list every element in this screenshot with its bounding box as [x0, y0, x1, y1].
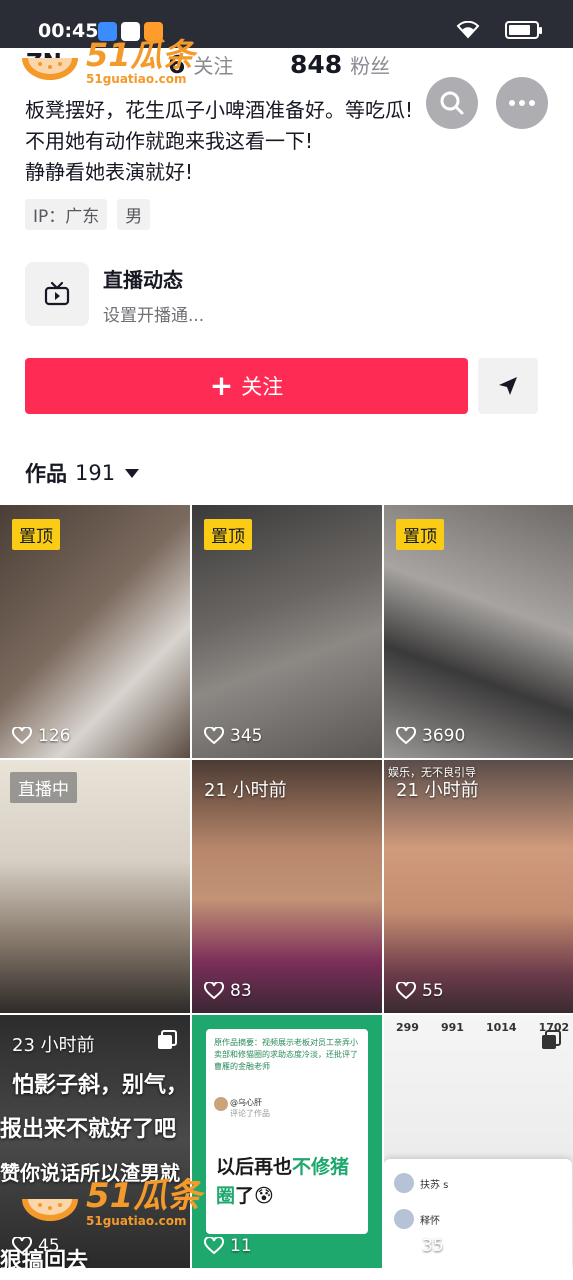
like-count: 35 — [396, 1236, 444, 1256]
pinned-badge: 置顶 — [12, 519, 60, 550]
bio-line: 板凳摆好，花生瓜子小啤酒准备好。等吃瓜! — [25, 98, 414, 122]
gender-tag: 男 — [117, 199, 151, 230]
like-count-value: 55 — [422, 981, 444, 1001]
live-card-title: 直播动态 — [103, 268, 183, 292]
avatar — [394, 1173, 414, 1193]
like-count: 45 — [12, 1236, 60, 1256]
pinned-badge: 置顶 — [204, 519, 252, 550]
like-count-value: 3690 — [422, 726, 466, 746]
like-count-value: 126 — [38, 726, 71, 746]
time-ago-label: 21 小时前 — [396, 780, 479, 801]
profile-tags: IP：广东 男 — [25, 199, 151, 230]
live-updates-card[interactable]: 直播动态 设置开播通... — [25, 262, 425, 326]
commenter-name: @乌心肝 评论了作品 — [230, 1098, 270, 1118]
wifi-icon — [456, 21, 480, 39]
avatar — [214, 1097, 228, 1111]
like-count-value: 45 — [38, 1236, 60, 1256]
plus-icon: + — [209, 369, 234, 402]
works-tab[interactable]: 作品 191 — [25, 458, 140, 488]
heart-icon — [12, 727, 32, 745]
profile-bio: 板凳摆好，花生瓜子小啤酒准备好。等吃瓜! 不用她有动作就跑来我这看一下! 静静看… — [25, 95, 445, 188]
list-item: 释怀 — [394, 1209, 440, 1229]
comment-headline: 以后再也不修猪圈了😰 — [216, 1156, 350, 1207]
avatar — [394, 1209, 414, 1229]
bio-line: 静静看她表演就好! — [25, 160, 194, 184]
comment-screenshot-card: 原作品摘要：视频展示老板对员工亲弄小卖部和修猫圈的求助态度冷淡，还批评了曹雁的金… — [206, 1029, 368, 1234]
heart-icon — [204, 727, 224, 745]
more-dots-icon — [509, 100, 535, 106]
live-card-subtitle: 设置开播通... — [103, 306, 205, 326]
like-count-value: 11 — [230, 1236, 252, 1256]
time-ago-label: 23 小时前 — [12, 1035, 95, 1056]
multi-image-icon — [542, 1030, 561, 1049]
followers-stat[interactable]: 848 粉丝 — [290, 50, 390, 79]
list-item: 扶苏 s — [394, 1173, 448, 1193]
works-grid: 置顶 126 置顶 345 置顶 3690 直播中 21 小时前 83 娱乐，无… — [0, 505, 573, 1280]
pinned-badge: 置顶 — [396, 519, 444, 550]
video-tile[interactable]: 置顶 345 — [192, 505, 382, 758]
ip-location-tag: IP：广东 — [25, 199, 108, 230]
time-ago-label: 21 小时前 — [204, 780, 287, 801]
watermelon-logo-icon — [22, 1199, 78, 1221]
like-count: 345 — [204, 726, 262, 746]
followers-count: 848 — [290, 50, 343, 79]
works-count: 191 — [75, 461, 116, 485]
like-count: 3690 — [396, 726, 465, 746]
follow-button[interactable]: + 关注 — [25, 358, 468, 414]
video-tile[interactable]: 娱乐，无不良引导 21 小时前 55 — [384, 760, 573, 1013]
video-caption-overlay: 报出来不就好了吧 — [0, 1117, 177, 1142]
watermelon-logo-icon — [22, 58, 78, 80]
video-tile[interactable]: 原作品摘要：视频展示老板对员工亲弄小卖部和修猫圈的求助态度冷淡，还批评了曹雁的金… — [192, 1015, 382, 1268]
like-count: 55 — [396, 981, 444, 1001]
live-tv-icon — [25, 262, 89, 326]
video-tile[interactable]: 299 991 1014 1702 扶苏 s 释怀 35 — [384, 1015, 573, 1268]
live-tile[interactable]: 直播中 — [0, 760, 190, 1013]
heart-icon — [204, 1237, 224, 1255]
heart-icon — [396, 982, 416, 1000]
more-button[interactable] — [496, 77, 548, 129]
heart-icon — [396, 727, 416, 745]
video-tile[interactable]: 23 小时前 怕影子斜，别气， 报出来不就好了吧 赞你说话所以渣男就 狠搞回去 … — [0, 1015, 190, 1268]
send-icon — [499, 377, 517, 395]
heart-icon — [204, 982, 224, 1000]
heart-icon — [12, 1237, 32, 1255]
send-message-button[interactable] — [478, 358, 538, 414]
battery-level — [509, 25, 530, 35]
like-count-value: 35 — [422, 1236, 444, 1256]
live-now-badge: 直播中 — [10, 772, 77, 803]
video-tile[interactable]: 21 小时前 83 — [192, 760, 382, 1013]
work-summary: 原作品摘要：视频展示老板对员工亲弄小卖部和修猫圈的求助态度冷淡，还批评了曹雁的金… — [214, 1038, 358, 1071]
battery-icon — [505, 21, 542, 39]
following-label: 关注 — [193, 54, 234, 78]
follow-label: 关注 — [241, 375, 284, 399]
video-tile[interactable]: 置顶 3690 — [384, 505, 573, 758]
like-count: 126 — [12, 726, 70, 746]
multi-image-icon — [158, 1030, 177, 1049]
video-tile[interactable]: 置顶 126 — [0, 505, 190, 758]
followers-label: 粉丝 — [350, 54, 391, 78]
works-label: 作品 — [25, 462, 67, 486]
video-caption-overlay: 怕影子斜，别气， — [12, 1073, 189, 1098]
heart-icon — [396, 1237, 416, 1255]
like-count: 83 — [204, 981, 252, 1001]
caret-down-icon — [125, 468, 140, 478]
watermark-logo: 51瓜条 51guatiao.com — [18, 38, 195, 86]
watermark-logo: 51瓜条 51guatiao.com — [18, 1178, 201, 1228]
bio-line: 不用她有动作就跑来我这看一下! — [25, 129, 314, 153]
like-count-value: 83 — [230, 981, 252, 1001]
like-count: 11 — [204, 1236, 252, 1256]
like-count-value: 345 — [230, 726, 263, 746]
